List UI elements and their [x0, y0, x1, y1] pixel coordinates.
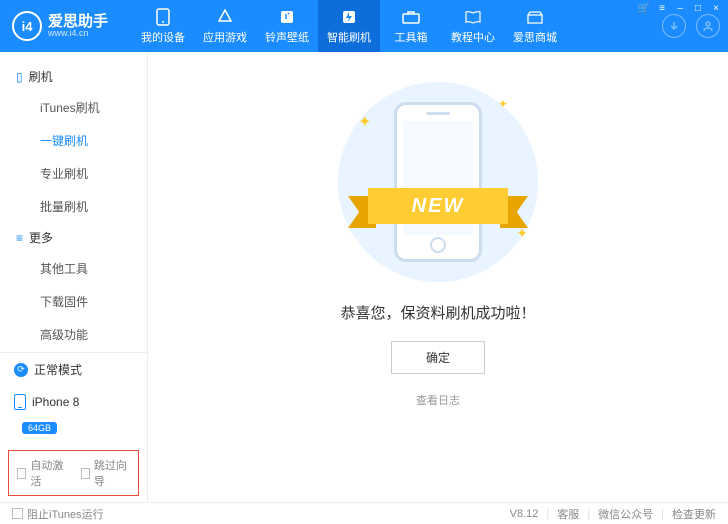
ok-button[interactable]: 确定: [391, 341, 485, 374]
sidebar-section-more: ≡ 更多: [0, 223, 147, 252]
new-ribbon: NEW: [348, 182, 528, 230]
flash-icon: [340, 8, 358, 26]
checkbox-label: 阻止iTunes运行: [27, 506, 104, 522]
nav-label: 智能刷机: [327, 29, 371, 45]
sidebar-item-batch-flash[interactable]: 批量刷机: [0, 190, 147, 223]
version-label: V8.12: [510, 508, 539, 520]
support-link[interactable]: 客服: [557, 506, 579, 522]
section-title: 刷机: [29, 68, 53, 85]
nav-toolbox[interactable]: 工具箱: [380, 0, 442, 52]
phone-icon: [14, 394, 26, 410]
header: 🛒 ≡ – □ × i4 爱思助手 www.i4.cn 我的设备 应用游戏 铃声…: [0, 0, 728, 52]
phone-icon: ▯: [16, 70, 23, 84]
app-site: www.i4.cn: [48, 29, 108, 38]
nav-label: 工具箱: [395, 29, 428, 45]
app-name: 爱思助手: [48, 14, 108, 29]
success-message: 恭喜您，保资料刷机成功啦！: [148, 302, 728, 323]
main-content: ✦ ✦ ✦ NEW 恭喜您，保资料刷机成功啦！ 确定 查看日志: [148, 52, 728, 502]
top-nav: 我的设备 应用游戏 铃声壁纸 智能刷机 工具箱 教程中心 爱思商城: [132, 0, 566, 52]
phone-icon: [154, 8, 172, 26]
minimize-icon[interactable]: –: [674, 2, 686, 14]
nav-tutorials[interactable]: 教程中心: [442, 0, 504, 52]
sidebar-item-pro-flash[interactable]: 专业刷机: [0, 157, 147, 190]
star-icon: ✦: [358, 112, 371, 132]
header-right: [662, 14, 720, 38]
nav-label: 爱思商城: [513, 29, 557, 45]
block-itunes-checkbox[interactable]: 阻止iTunes运行: [12, 506, 104, 522]
music-icon: [278, 8, 296, 26]
footer: 阻止iTunes运行 V8.12 | 客服 | 微信公众号 | 检查更新: [0, 502, 728, 524]
maximize-icon[interactable]: □: [692, 2, 704, 14]
nav-my-device[interactable]: 我的设备: [132, 0, 194, 52]
mode-label: 正常模式: [34, 361, 82, 378]
checkbox-label: 跳过向导: [94, 457, 130, 489]
shop-icon: [526, 8, 544, 26]
checkbox-label: 自动激活: [30, 457, 66, 489]
cart-icon[interactable]: 🛒: [638, 2, 650, 14]
nav-apps[interactable]: 应用游戏: [194, 0, 256, 52]
sidebar-item-download-firmware[interactable]: 下载固件: [0, 285, 147, 318]
nav-ringtones[interactable]: 铃声壁纸: [256, 0, 318, 52]
sidebar: ▯ 刷机 iTunes刷机 一键刷机 专业刷机 批量刷机 ≡ 更多 其他工具 下…: [0, 52, 148, 502]
flash-options: 自动激活 跳过向导: [8, 450, 139, 496]
user-button[interactable]: [696, 14, 720, 38]
apps-icon: [216, 8, 234, 26]
nav-label: 应用游戏: [203, 29, 247, 45]
sidebar-item-advanced[interactable]: 高级功能: [0, 318, 147, 351]
star-icon: ✦: [498, 97, 508, 111]
nav-flash[interactable]: 智能刷机: [318, 0, 380, 52]
refresh-icon: ⟳: [14, 363, 28, 377]
section-title: 更多: [29, 229, 53, 246]
skip-guide-checkbox[interactable]: 跳过向导: [81, 457, 131, 489]
device-storage-row: 64GB: [0, 418, 147, 444]
sidebar-item-other-tools[interactable]: 其他工具: [0, 252, 147, 285]
sidebar-item-itunes-flash[interactable]: iTunes刷机: [0, 91, 147, 124]
wechat-link[interactable]: 微信公众号: [598, 506, 653, 522]
close-icon[interactable]: ×: [710, 2, 722, 14]
auto-activate-checkbox[interactable]: 自动激活: [17, 457, 67, 489]
logo-icon: i4: [12, 11, 42, 41]
device-name: iPhone 8: [32, 395, 79, 409]
nav-label: 我的设备: [141, 29, 185, 45]
more-icon: ≡: [16, 231, 23, 245]
device-mode[interactable]: ⟳ 正常模式: [0, 353, 147, 386]
logo[interactable]: i4 爱思助手 www.i4.cn: [12, 11, 132, 41]
success-illustration: ✦ ✦ ✦ NEW: [328, 82, 548, 282]
device-info[interactable]: iPhone 8: [0, 386, 147, 418]
book-icon: [464, 8, 482, 26]
ribbon-text: NEW: [368, 188, 508, 224]
sidebar-item-oneclick-flash[interactable]: 一键刷机: [0, 124, 147, 157]
view-log-link[interactable]: 查看日志: [148, 392, 728, 408]
menu-icon[interactable]: ≡: [656, 2, 668, 14]
nav-shop[interactable]: 爱思商城: [504, 0, 566, 52]
toolbox-icon: [402, 8, 420, 26]
window-controls: 🛒 ≡ – □ ×: [638, 2, 722, 14]
storage-badge: 64GB: [22, 422, 57, 434]
nav-label: 教程中心: [451, 29, 495, 45]
nav-label: 铃声壁纸: [265, 29, 309, 45]
download-button[interactable]: [662, 14, 686, 38]
sidebar-section-flash: ▯ 刷机: [0, 62, 147, 91]
check-update-link[interactable]: 检查更新: [672, 506, 716, 522]
